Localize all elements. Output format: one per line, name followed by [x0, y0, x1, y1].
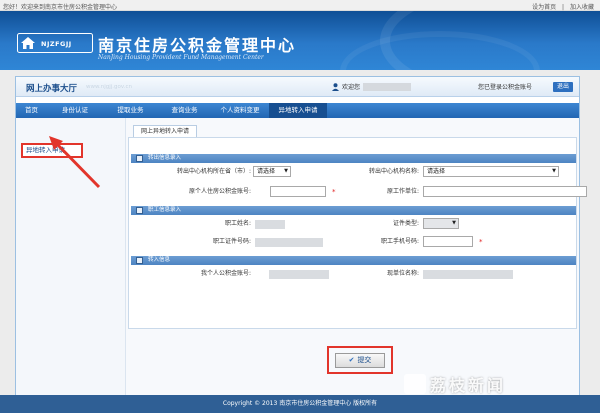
- nav-item-identity[interactable]: 身份认证: [47, 103, 103, 118]
- my-account-redacted: [269, 270, 329, 279]
- form-row: 转出中心机构所在省（市）: 请选择 ▼ 转出中心机构名称: 请选择 ▼: [129, 166, 578, 183]
- chevron-down-icon: ▼: [452, 220, 456, 226]
- logout-button[interactable]: 退出: [553, 82, 573, 92]
- checkmark-icon: ✔: [348, 356, 355, 364]
- add-favorite-link[interactable]: 加入收藏: [570, 4, 594, 11]
- welcome-label: 欢迎您: [342, 84, 361, 91]
- hall-url: www.njgjj.gov.cn: [86, 84, 132, 90]
- section-title: 转入信息: [148, 257, 171, 263]
- nav-item-home[interactable]: 首页: [16, 103, 47, 118]
- section-title: 转出信息录入: [148, 155, 182, 161]
- set-homepage-link[interactable]: 设为首页: [532, 4, 556, 11]
- nav-item-remote-transfer[interactable]: 异地转入申请: [269, 103, 327, 118]
- user-name-redacted: [363, 82, 412, 91]
- employee-name-redacted: [255, 220, 285, 229]
- form-row: 我个人公积金账号: 现单位名称:: [129, 268, 578, 285]
- phone-input[interactable]: [423, 236, 473, 247]
- form-row: 职工证件号码: 职工手机号码: *: [129, 236, 578, 253]
- chevron-down-icon: ▼: [552, 168, 556, 174]
- sidebar: 异地转入申请: [16, 118, 126, 406]
- site-subtitle: NanJing Housing Provident Fund Managemen…: [98, 54, 264, 61]
- watermark-text: 荔枝新闻: [430, 376, 507, 395]
- login-status-text: 您已登录公积金账号: [478, 84, 533, 91]
- submit-highlight: ✔ 提交: [327, 346, 393, 374]
- out-province-label: 转出中心机构所在省（市）:: [176, 168, 251, 175]
- logo-abbreviation: NJZFGJJ: [41, 40, 72, 48]
- orig-account-label: 原个人住房公积金账号:: [188, 188, 251, 195]
- site-title: 南京住房公积金管理中心: [98, 36, 297, 55]
- hall-title: 网上办事大厅: [26, 84, 78, 94]
- section-icon: [136, 155, 143, 162]
- orig-account-input[interactable]: [270, 186, 326, 197]
- current-employer-label: 现单位名称:: [386, 270, 419, 277]
- out-province-value: 请选择: [257, 168, 276, 175]
- section-transfer-out: 转出信息录入: [131, 154, 576, 163]
- form-row: 原个人住房公积金账号: * 原工作单位:: [129, 186, 587, 203]
- tab-remote-transfer-apply[interactable]: 网上异地转入申请: [133, 125, 197, 137]
- submit-label: 提交: [357, 356, 372, 364]
- orig-employer-input[interactable]: [423, 186, 587, 197]
- site-logo[interactable]: NJZFGJJ: [17, 33, 93, 53]
- main-nav: 首页 身份认证 提取业务 查询业务 个人资料变更 异地转入申请: [16, 103, 579, 118]
- section-transfer-in: 转入信息: [131, 256, 576, 265]
- nav-item-profile-change[interactable]: 个人资料变更: [211, 103, 269, 118]
- section-icon: [136, 257, 143, 264]
- out-center-label: 转出中心机构名称:: [368, 168, 419, 175]
- hall-header-bar: 网上办事大厅 www.njgjj.gov.cn 欢迎您 您已登录公积金账号 退出: [16, 77, 579, 97]
- watermark-logo-icon: [404, 374, 426, 394]
- id-type-select[interactable]: ▼: [423, 218, 459, 229]
- id-type-label: 证件类型:: [392, 220, 419, 227]
- out-center-value: 请选择: [427, 168, 446, 175]
- chevron-down-icon: ▼: [284, 168, 288, 174]
- top-utility-bar: 您好！欢迎来到南京市住房公积金管理中心 设为首页 | 加入收藏: [0, 0, 600, 11]
- user-icon: [332, 82, 339, 91]
- top-links: 设为首页 | 加入收藏: [528, 2, 594, 11]
- required-mark: *: [479, 238, 483, 246]
- current-employer-redacted: [423, 270, 513, 279]
- my-account-label: 我个人公积金账号:: [200, 270, 251, 277]
- id-number-redacted: [255, 238, 323, 247]
- id-number-label: 职工证件号码:: [212, 238, 251, 245]
- footer-copyright: Copyright © 2013 南京市住房公积金管理中心 版权所有: [0, 395, 600, 413]
- section-icon: [136, 207, 143, 214]
- out-province-select[interactable]: 请选择 ▼: [253, 166, 291, 177]
- orig-employer-label: 原工作单位:: [386, 188, 419, 195]
- top-welcome-text: 您好！欢迎来到南京市住房公积金管理中心: [3, 4, 118, 11]
- user-greeting: 欢迎您: [332, 82, 412, 91]
- transfer-form-panel: 转出信息录入 转出中心机构所在省（市）: 请选择 ▼ 转出中心机构名称: 请选择…: [128, 137, 587, 329]
- employee-name-label: 职工姓名:: [224, 220, 251, 227]
- submit-button[interactable]: ✔ 提交: [335, 353, 385, 368]
- section-title: 职工信息录入: [148, 207, 182, 213]
- main-content: 网上异地转入申请 转出信息录入 转出中心机构所在省（市）: 请选择 ▼ 转出中心…: [126, 118, 587, 413]
- section-employee: 职工信息录入: [131, 206, 576, 215]
- service-hall-container: 网上办事大厅 www.njgjj.gov.cn 欢迎您 您已登录公积金账号 退出…: [15, 76, 587, 413]
- site-banner: NJZFGJJ 南京住房公积金管理中心 NanJing Housing Prov…: [0, 11, 600, 70]
- out-center-select[interactable]: 请选择 ▼: [423, 166, 559, 177]
- sidebar-item-remote-transfer[interactable]: 异地转入申请: [21, 143, 83, 158]
- phone-label: 职工手机号码:: [380, 238, 419, 245]
- nav-item-query[interactable]: 查询业务: [158, 103, 211, 118]
- top-links-separator: |: [562, 4, 565, 11]
- form-row: 职工姓名: 证件类型: ▼: [129, 218, 578, 235]
- nav-item-withdraw[interactable]: 提取业务: [103, 103, 158, 118]
